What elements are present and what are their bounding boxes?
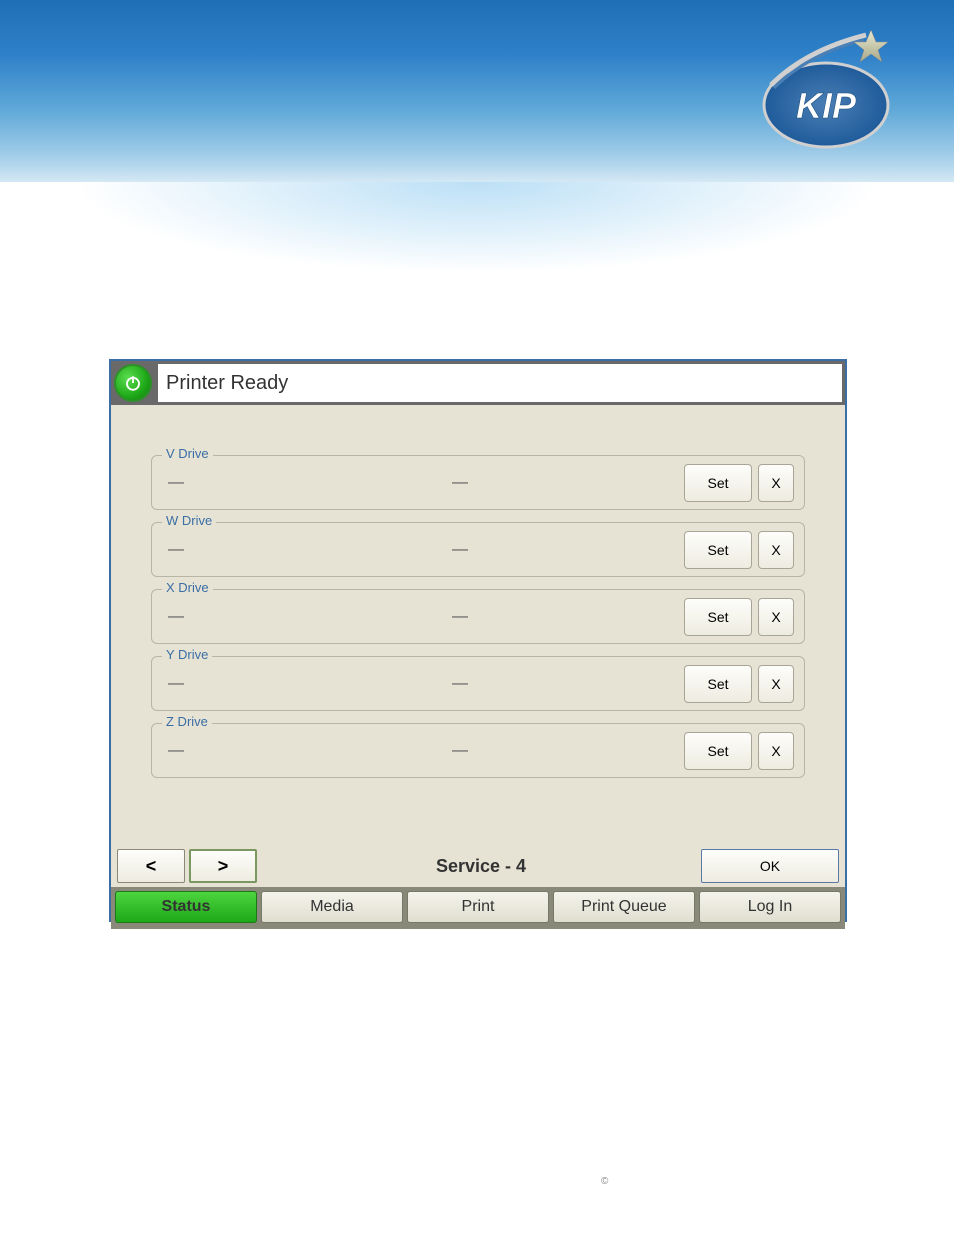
z-drive-label: Z Drive [162, 714, 212, 729]
x-drive-value-2: — [452, 608, 684, 626]
kip-logo: KIP [756, 30, 896, 155]
printer-service-panel: Printer Ready V Drive — — Set X W Drive … [109, 359, 847, 922]
v-drive-clear-button[interactable]: X [758, 464, 794, 502]
v-drive-set-button[interactable]: Set [684, 464, 752, 502]
y-drive-clear-button[interactable]: X [758, 665, 794, 703]
drives-content: V Drive — — Set X W Drive — — Set X X Dr… [111, 405, 845, 845]
tab-print[interactable]: Print [407, 891, 549, 923]
power-button[interactable] [114, 364, 152, 402]
nav-row: < > Service - 4 OK [111, 845, 845, 887]
tab-login[interactable]: Log In [699, 891, 841, 923]
printer-status-text: Printer Ready [158, 364, 842, 402]
x-drive-value-1: — [162, 608, 452, 626]
w-drive-value-1: — [162, 541, 452, 559]
x-drive-clear-button[interactable]: X [758, 598, 794, 636]
y-drive-group: Y Drive — — Set X [151, 656, 805, 711]
next-page-button[interactable]: > [189, 849, 257, 883]
w-drive-clear-button[interactable]: X [758, 531, 794, 569]
w-drive-set-button[interactable]: Set [684, 531, 752, 569]
prev-page-button[interactable]: < [117, 849, 185, 883]
page-title: Service - 4 [261, 856, 701, 877]
z-drive-value-1: — [162, 742, 452, 760]
y-drive-value-2: — [452, 675, 684, 693]
x-drive-group: X Drive — — Set X [151, 589, 805, 644]
tab-status[interactable]: Status [115, 891, 257, 923]
v-drive-value-2: — [452, 474, 684, 492]
z-drive-set-button[interactable]: Set [684, 732, 752, 770]
power-icon [124, 374, 142, 392]
z-drive-value-2: — [452, 742, 684, 760]
y-drive-value-1: — [162, 675, 452, 693]
y-drive-label: Y Drive [162, 647, 212, 662]
x-drive-label: X Drive [162, 580, 213, 595]
z-drive-clear-button[interactable]: X [758, 732, 794, 770]
copyright-symbol: © [601, 1176, 608, 1187]
bottom-tab-row: Status Media Print Print Queue Log In [111, 887, 845, 929]
tab-print-queue[interactable]: Print Queue [553, 891, 695, 923]
header-glow [0, 182, 954, 312]
ok-button[interactable]: OK [701, 849, 839, 883]
x-drive-set-button[interactable]: Set [684, 598, 752, 636]
w-drive-value-2: — [452, 541, 684, 559]
y-drive-set-button[interactable]: Set [684, 665, 752, 703]
v-drive-group: V Drive — — Set X [151, 455, 805, 510]
svg-text:KIP: KIP [796, 85, 857, 126]
title-bar: Printer Ready [111, 361, 845, 405]
tab-media[interactable]: Media [261, 891, 403, 923]
v-drive-value-1: — [162, 474, 452, 492]
w-drive-group: W Drive — — Set X [151, 522, 805, 577]
v-drive-label: V Drive [162, 446, 213, 461]
z-drive-group: Z Drive — — Set X [151, 723, 805, 778]
w-drive-label: W Drive [162, 513, 216, 528]
